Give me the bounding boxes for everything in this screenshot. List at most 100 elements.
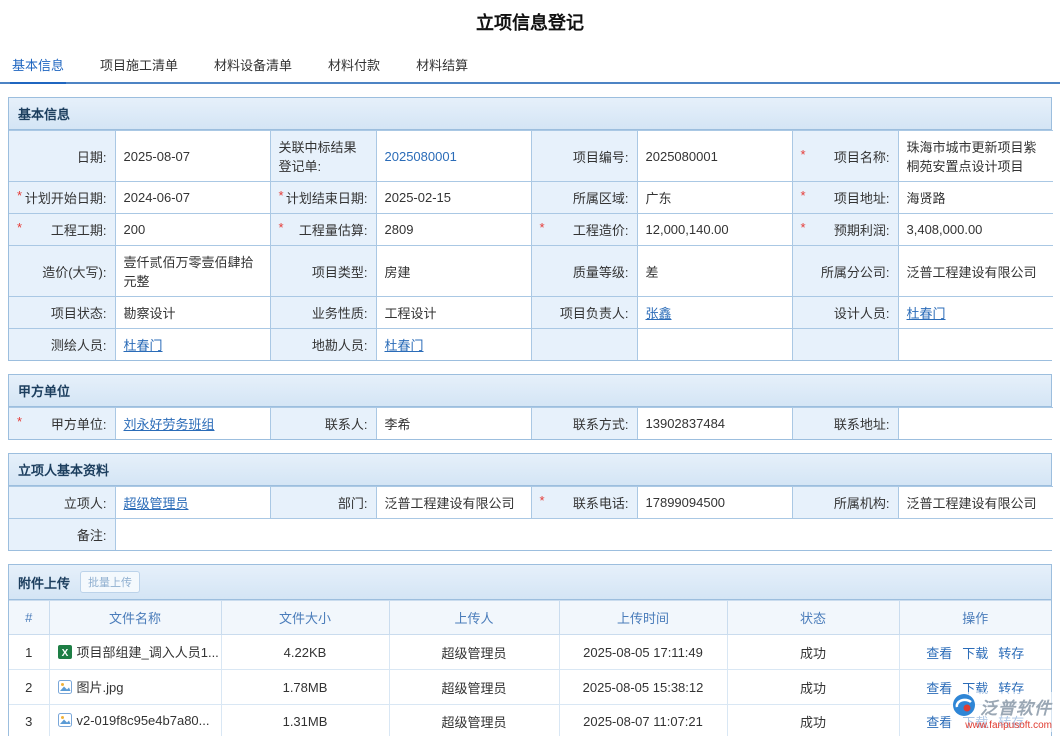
initiator-row-1: 立项人: 超级管理员 部门: 泛普工程建设有限公司 *联系电话: 1789909… (9, 487, 1053, 519)
file-row: 3 v2-019f8c95e4b7a80... 1.31MB 超级管理员 202… (9, 705, 1051, 736)
empty-label-cell (531, 329, 637, 361)
col-header-uploader: 上传人 (389, 601, 559, 635)
saveas-link[interactable]: 转存 (998, 646, 1024, 661)
section-party-a: 甲方单位 *甲方单位: 刘永好劳务班组 联系人: 李希 联系方式: 139028… (8, 374, 1052, 440)
section-initiator-title: 立项人基本资料 (18, 460, 109, 479)
file-name: 项目部组建_调入人员1... (77, 645, 219, 660)
required-asterisk: * (540, 220, 545, 239)
view-link[interactable]: 查看 (926, 646, 952, 661)
file-actions: 查看下载转存 (899, 635, 1051, 670)
field-label-cost-words: 造价(大写): (9, 246, 115, 297)
project-leader-link[interactable]: 张鑫 (646, 306, 672, 321)
empty-label-cell (792, 329, 898, 361)
field-label-plan-end: *计划结束日期: (270, 182, 376, 214)
section-basic-info-header: 基本信息 (9, 98, 1051, 130)
view-link[interactable]: 查看 (926, 715, 952, 730)
file-index: 3 (9, 705, 49, 736)
required-asterisk: * (540, 493, 545, 512)
col-header-status: 状态 (727, 601, 899, 635)
tab-construction-list[interactable]: 项目施工清单 (98, 48, 180, 82)
file-time: 2025-08-05 17:11:49 (559, 635, 727, 670)
geo-surveyor-link[interactable]: 杜春门 (385, 338, 424, 353)
watermark-brand: 泛普软件 (980, 694, 1052, 719)
file-time: 2025-08-07 11:07:21 (559, 705, 727, 736)
tab-material-equipment-list[interactable]: 材料设备清单 (212, 48, 294, 82)
image-file-icon (58, 680, 72, 697)
field-label-date: 日期: (9, 131, 115, 182)
initiator-row-2: 备注: (9, 519, 1053, 551)
section-attachments-header: 附件上传 批量上传 (9, 565, 1051, 600)
tab-material-settlement[interactable]: 材料结算 (414, 48, 470, 82)
section-party-a-header: 甲方单位 (9, 375, 1051, 407)
basic-row-3: *工程工期: 200 *工程量估算: 2809 *工程造价: 12,000,14… (9, 214, 1053, 246)
required-asterisk: * (279, 220, 284, 239)
page: 立项信息登记 基本信息 项目施工清单 材料设备清单 材料付款 材料结算 基本信息… (0, 0, 1060, 736)
field-label-address: *项目地址: (792, 182, 898, 214)
surveyor-link[interactable]: 杜春门 (124, 338, 163, 353)
field-value-project-name: 珠海市城市更新项目紫桐苑安置点设计项目 (898, 131, 1053, 182)
view-link[interactable]: 查看 (926, 681, 952, 696)
page-title: 立项信息登记 (0, 0, 1060, 48)
field-value-branch: 泛普工程建设有限公司 (898, 246, 1053, 297)
required-asterisk: * (279, 188, 284, 207)
svg-text:X: X (61, 648, 68, 659)
field-label-branch: 所属分公司: (792, 246, 898, 297)
initiator-link[interactable]: 超级管理员 (124, 496, 189, 511)
field-value-profit: 3,408,000.00 (898, 214, 1053, 246)
section-party-a-title: 甲方单位 (18, 381, 70, 400)
file-row: 1 X项目部组建_调入人员1... 4.22KB 超级管理员 2025-08-0… (9, 635, 1051, 670)
file-index: 1 (9, 635, 49, 670)
field-value-designer: 杜春门 (898, 297, 1053, 329)
attachments-table: # 文件名称 文件大小 上传人 上传时间 状态 操作 1 X 项目部组建_调入人员… (9, 600, 1051, 736)
fanpu-logo-icon (952, 693, 976, 720)
section-basic-info: 基本信息 日期: 2025-08-07 关联中标结果登记单: 202508000… (8, 97, 1052, 361)
field-value-remark (115, 519, 1053, 551)
batch-upload-button[interactable]: 批量上传 (80, 571, 140, 593)
field-label-bid-result: 关联中标结果登记单: (270, 131, 376, 182)
required-asterisk: * (801, 188, 806, 207)
field-label-type: 项目类型: (270, 246, 376, 297)
field-value-initiator: 超级管理员 (115, 487, 270, 519)
field-value-party-unit: 刘永好劳务班组 (115, 408, 270, 440)
field-value-contact-addr (898, 408, 1053, 440)
field-label-project-name: *项目名称: (792, 131, 898, 182)
field-label-biz: 业务性质: (270, 297, 376, 329)
field-value-date: 2025-08-07 (115, 131, 270, 182)
field-label-geo: 地勘人员: (270, 329, 376, 361)
field-value-type: 房建 (376, 246, 531, 297)
file-size: 4.22KB (221, 635, 389, 670)
col-header-index: # (9, 601, 49, 635)
attachments-header-row: # 文件名称 文件大小 上传人 上传时间 状态 操作 (9, 601, 1051, 635)
field-value-bid-result: 2025080001 (376, 131, 531, 182)
designer-link[interactable]: 杜春门 (907, 306, 946, 321)
field-value-quantity: 2809 (376, 214, 531, 246)
excel-file-icon: X (58, 645, 72, 662)
field-value-tel: 17899094500 (637, 487, 792, 519)
field-label-profit: *预期利润: (792, 214, 898, 246)
field-label-org: 所属机构: (792, 487, 898, 519)
download-link[interactable]: 下载 (962, 646, 988, 661)
field-value-contact: 李希 (376, 408, 531, 440)
field-value-plan-end: 2025-02-15 (376, 182, 531, 214)
field-value-duration: 200 (115, 214, 270, 246)
col-header-actions: 操作 (899, 601, 1051, 635)
field-value-leader: 张鑫 (637, 297, 792, 329)
col-header-time: 上传时间 (559, 601, 727, 635)
bid-result-link[interactable]: 2025080001 (385, 149, 457, 164)
field-value-contact-phone: 13902837484 (637, 408, 792, 440)
field-value-status: 勘察设计 (115, 297, 270, 329)
field-label-project-no: 项目编号: (531, 131, 637, 182)
tab-basic-info[interactable]: 基本信息 (10, 48, 66, 84)
file-status: 成功 (727, 635, 899, 670)
image-file-icon (58, 713, 72, 730)
required-asterisk: * (801, 147, 806, 166)
field-label-surveyor: 测绘人员: (9, 329, 115, 361)
party-unit-link[interactable]: 刘永好劳务班组 (124, 417, 215, 432)
field-value-project-no: 2025080001 (637, 131, 792, 182)
field-value-org: 泛普工程建设有限公司 (898, 487, 1053, 519)
field-label-leader: 项目负责人: (531, 297, 637, 329)
field-value-biz: 工程设计 (376, 297, 531, 329)
field-value-grade: 差 (637, 246, 792, 297)
tab-material-payment[interactable]: 材料付款 (326, 48, 382, 82)
required-asterisk: * (17, 188, 22, 207)
